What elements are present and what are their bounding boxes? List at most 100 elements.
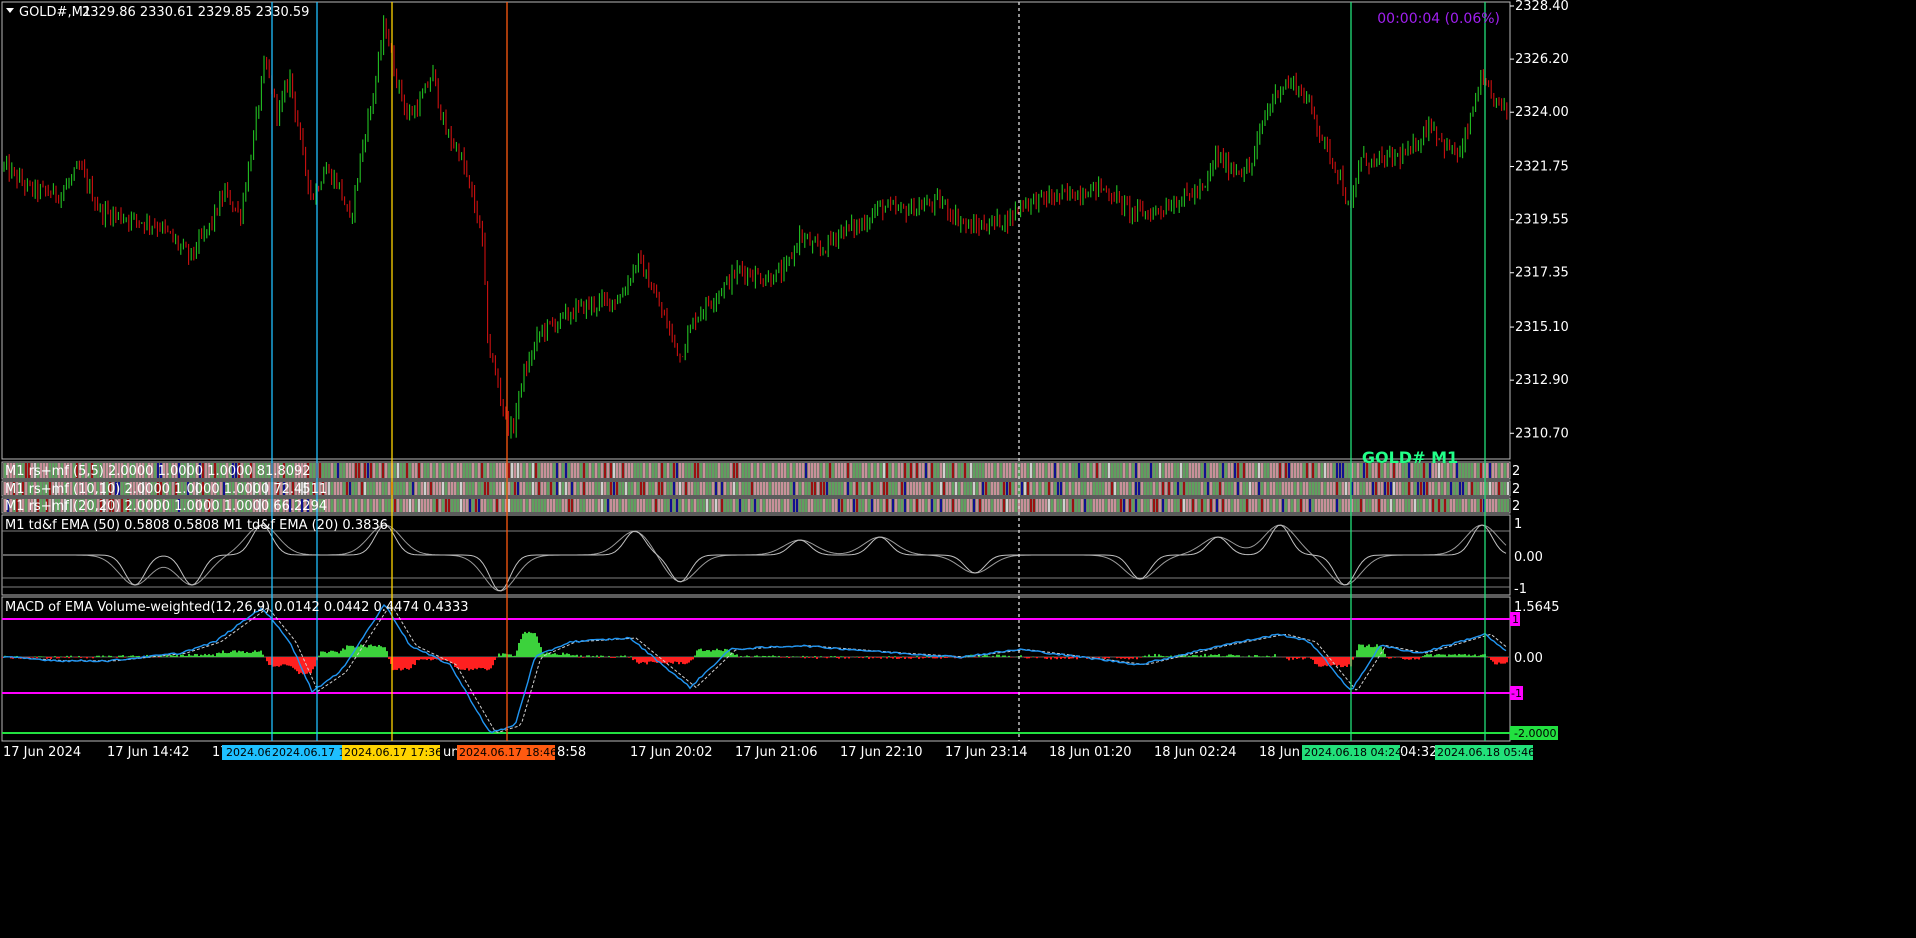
rs-cell [961,463,963,478]
rs-cell [994,463,996,478]
rs-cell [361,463,363,478]
rs-cell [1237,463,1239,478]
rs-cell [1099,463,1101,478]
rs-cell [484,499,486,512]
rs-cell [1507,499,1509,512]
rs-cell [1030,482,1032,495]
time-label: 18 Jun [1259,745,1300,760]
rs-cell [1387,499,1389,512]
rs-cell [709,463,711,478]
rs-cell [1027,482,1029,495]
rs-cell [514,482,516,495]
rs-cell [553,463,555,478]
rs-cell [1225,463,1227,478]
rs-cell [1456,499,1458,512]
rs-cell [895,499,897,512]
rs-cell [802,482,804,495]
rs-cell [601,499,603,512]
rs-cell [691,499,693,512]
mt-chart-window: GOLD#,M1 2329.86 2330.61 2329.85 2330.59… [0,0,1916,934]
rs-cell [1129,482,1131,495]
rs-cell [1252,482,1254,495]
rs-cell [370,482,372,495]
rs-cell [1048,499,1050,512]
rs-cell [634,482,636,495]
rs-cell [973,499,975,512]
rs-cell [1501,463,1503,478]
rs-cell [508,463,510,478]
rs-cell [1231,499,1233,512]
rs-cell [1285,482,1287,495]
main-chart-frame [1,1,1511,460]
rs-cell [379,463,381,478]
rs-cell [526,482,528,495]
rs-cell [1288,463,1290,478]
rs-cell [1468,482,1470,495]
rs-cell [1063,482,1065,495]
rs-cell [628,482,630,495]
rs-cell [679,482,681,495]
rs-cell [679,499,681,512]
rs-cell [808,463,810,478]
rs-cell [1423,482,1425,495]
rs-cell [1411,482,1413,495]
rs-cell [991,482,993,495]
rs-cell [688,499,690,512]
rs-panel-1-value: 2 [1512,464,1520,479]
rs-cell [1159,463,1161,478]
rs-cell [1450,499,1452,512]
rs-cell [1504,482,1506,495]
rs-cell [676,482,678,495]
rs-cell [835,499,837,512]
time-marker-text: 2024.06.17 1 [272,746,345,759]
rs-cell [1462,463,1464,478]
rs-cell [1171,482,1173,495]
rs-cell [460,499,462,512]
rs-cell [586,499,588,512]
rs-cell [400,499,402,512]
rs-cell [355,499,357,512]
rs-cell [964,463,966,478]
rs-cell [1231,463,1233,478]
rs-cell [1027,463,1029,478]
rs-cell [1060,499,1062,512]
rs-cell [328,463,330,478]
rs-cell [967,463,969,478]
rs-cell [412,482,414,495]
trading-chart[interactable]: GOLD#,M1 2329.86 2330.61 2329.85 2330.59… [0,0,1916,934]
rs-cell [343,482,345,495]
rs-cell [1276,463,1278,478]
rs-cell [1138,499,1140,512]
rs-cell [952,499,954,512]
rs-cell [916,482,918,495]
rs-cell [847,463,849,478]
rs-cell [535,463,537,478]
rs-cell [727,482,729,495]
rs-cell [817,482,819,495]
rs-cell [637,499,639,512]
rs-cell [802,463,804,478]
rs-cell [541,499,543,512]
rs-cell [1039,499,1041,512]
rs-cell [1408,482,1410,495]
rs-cell [394,499,396,512]
rs-cell [376,482,378,495]
rs-cell [1330,499,1332,512]
rs-cell [439,482,441,495]
rs-cell [646,463,648,478]
rs-cell [1000,482,1002,495]
rs-cell [943,482,945,495]
rs-cell [421,482,423,495]
rs-cell [1153,499,1155,512]
rs-cell [1258,463,1260,478]
rs-cell [793,482,795,495]
rs-cell [910,482,912,495]
rs-cell [1165,499,1167,512]
rs-cell [553,499,555,512]
rs-cell [631,482,633,495]
rs-cell [916,463,918,478]
rs-cell [685,499,687,512]
collapse-icon[interactable] [6,8,14,13]
rs-cell [637,482,639,495]
rs-cell [400,463,402,478]
